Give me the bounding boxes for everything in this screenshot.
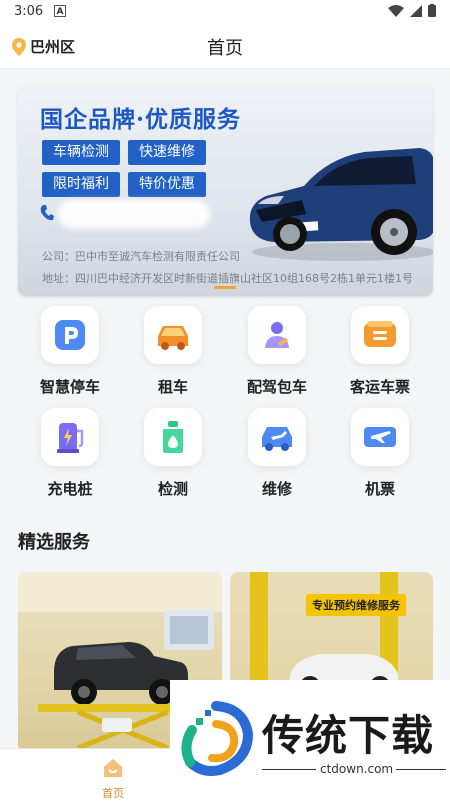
watermark-overlay: 传统下载 ctdown.com	[170, 680, 450, 800]
parking-icon	[55, 320, 85, 350]
service-icon-box	[144, 408, 202, 466]
service-label: 智慧停车	[39, 378, 100, 396]
phone-number-redacted	[58, 200, 210, 228]
banner-address: 地址：四川巴中经济开发区时新街道插旗山社区10组168号2栋1单元1楼1号	[42, 272, 413, 285]
charging-icon	[57, 423, 84, 453]
service-repair[interactable]: 维修	[227, 408, 327, 499]
watermark-logo-icon	[181, 701, 254, 776]
service-label: 检测	[157, 480, 188, 498]
section-title: 精选服务	[18, 532, 90, 553]
banner-tag-inspection: 车辆检测	[42, 140, 120, 165]
service-icon-box	[248, 408, 306, 466]
service-label: 维修	[261, 480, 292, 498]
nav-home-label: 首页	[102, 787, 124, 800]
service-icon-box	[351, 408, 409, 466]
service-icon-box	[41, 306, 99, 364]
service-label: 充电桩	[47, 480, 93, 498]
watermark-url: ctdown.com	[320, 762, 394, 776]
service-label: 客运车票	[349, 378, 410, 396]
phone-icon	[40, 205, 54, 221]
banner-title: 国企品牌·优质服务	[40, 106, 242, 133]
card-banner-text: 专业预约维修服务	[306, 594, 406, 616]
service-inspection[interactable]: 检测	[123, 408, 223, 499]
app-header: 巴州区 首页	[0, 24, 450, 69]
banner-indicator	[214, 286, 236, 289]
watermark-line-left	[262, 769, 316, 770]
bus-ticket-icon	[364, 321, 396, 347]
service-bus-ticket[interactable]: 客运车票	[330, 306, 430, 397]
service-label: 租车	[157, 378, 188, 396]
service-driver-charter[interactable]: 配驾包车	[227, 306, 327, 397]
nav-home[interactable]: 首页	[88, 757, 138, 801]
inspection-icon	[163, 421, 183, 453]
watermark-line-right	[396, 769, 446, 770]
service-icon-box	[351, 306, 409, 364]
service-icon-box	[248, 306, 306, 364]
service-charging[interactable]: 充电桩	[20, 408, 120, 499]
car-image	[249, 148, 433, 261]
flight-ticket-icon	[364, 427, 396, 447]
banner-company: 公司：巴中市至诚汽车检测有限责任公司	[42, 250, 240, 263]
status-bar: 3:06 A	[0, 0, 450, 24]
service-label: 配驾包车	[246, 378, 307, 396]
service-label: 机票	[364, 480, 395, 498]
signal-icon	[410, 4, 422, 17]
status-time: 3:06	[14, 4, 44, 19]
banner-tag-welfare: 限时福利	[42, 172, 120, 197]
service-car-rental[interactable]: 租车	[123, 306, 223, 397]
page-title: 首页	[207, 38, 243, 59]
battery-icon	[428, 4, 436, 17]
car-rental-icon	[158, 326, 188, 350]
service-icon-box	[41, 408, 99, 466]
service-smart-parking[interactable]: 智慧停车	[20, 306, 120, 397]
status-icons	[388, 4, 436, 17]
home-icon	[104, 759, 122, 777]
service-icon-box	[144, 306, 202, 364]
driver-icon	[265, 322, 289, 348]
banner-tag-repair: 快速维修	[128, 140, 206, 165]
wifi-icon	[388, 4, 404, 17]
banner-tag-discount: 特价优惠	[128, 172, 206, 197]
notification-icon: A	[54, 5, 66, 17]
watermark-text: 传统下载	[262, 711, 435, 760]
service-flight-ticket[interactable]: 机票	[330, 408, 430, 499]
promo-banner[interactable]: 国企品牌·优质服务 车辆检测 快速维修 限时福利 特价优惠 公司：巴中市至诚汽车…	[18, 86, 433, 296]
repair-icon	[262, 427, 292, 451]
